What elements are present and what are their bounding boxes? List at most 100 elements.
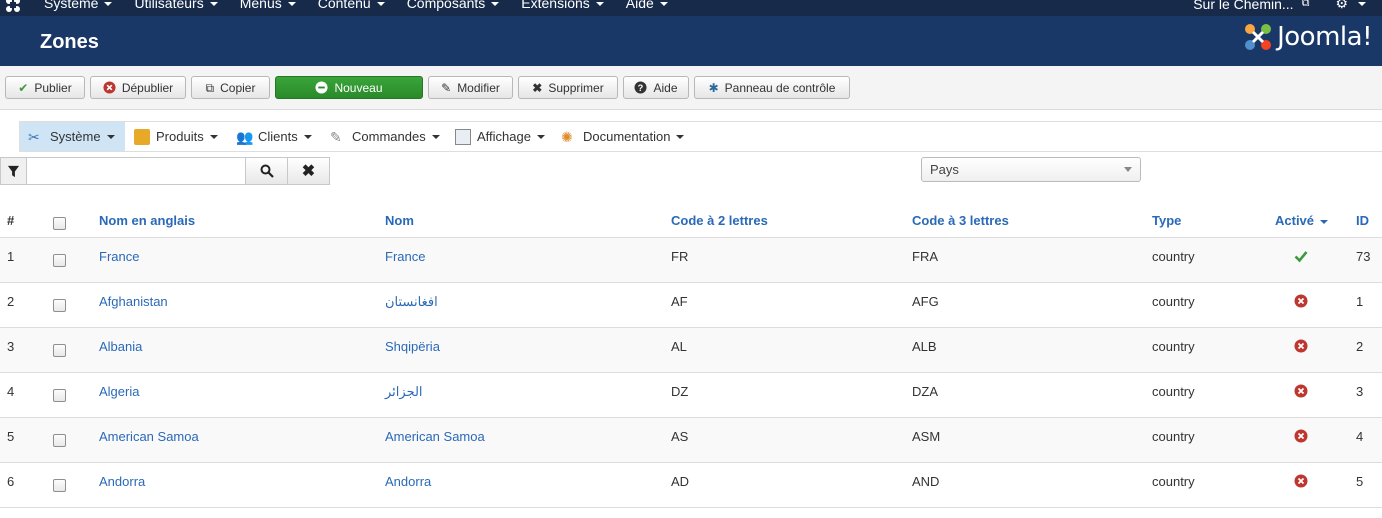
caret-down-icon <box>431 134 440 139</box>
zones-table: # Nom en anglais Nom Code à 2 lettres Co… <box>0 202 1382 508</box>
top-menu-composants[interactable]: Composants <box>407 0 500 11</box>
row-type: country <box>1152 384 1195 399</box>
submenu-documentation[interactable]: ✺ Documentation <box>553 122 692 151</box>
row-id: 5 <box>1356 474 1364 489</box>
products-icon <box>134 128 150 145</box>
publish-button[interactable]: ✔ Publier <box>5 76 85 99</box>
top-menu-menus[interactable]: Menus <box>240 0 296 11</box>
header-num: # <box>7 213 15 228</box>
submenu-label: Documentation <box>583 129 671 144</box>
row-english-name-link[interactable]: Andorra <box>99 474 145 489</box>
header-id[interactable]: ID <box>1356 213 1369 228</box>
table-row: 1 France France FR FRA country 73 <box>0 238 1382 283</box>
search-icon <box>260 164 274 178</box>
submenu-clients[interactable]: 👥 Clients <box>228 122 320 151</box>
caret-down-icon <box>676 134 685 139</box>
header-code3[interactable]: Code à 3 lettres <box>912 213 1009 228</box>
delete-button[interactable]: ✖ Supprimer <box>518 76 618 99</box>
row-checkbox[interactable] <box>53 479 66 492</box>
top-menu-contenu[interactable]: Contenu <box>318 0 385 11</box>
row-name-link[interactable]: افغانستان <box>385 294 438 310</box>
top-menu-aide[interactable]: Aide <box>626 0 668 11</box>
edit-button[interactable]: ✎ Modifier <box>428 76 513 99</box>
unpublished-x-icon[interactable] <box>1294 384 1308 398</box>
submenu-produits[interactable]: Produits <box>126 122 226 151</box>
search-button[interactable] <box>245 157 288 185</box>
header-english-name[interactable]: Nom en anglais <box>99 213 195 228</box>
submenu-affichage[interactable]: Affichage <box>447 122 553 151</box>
caret-down-icon <box>104 2 113 7</box>
table-header: # Nom en anglais Nom Code à 2 lettres Co… <box>0 202 1382 238</box>
top-menu-label: Contenu <box>317 0 371 11</box>
lifebuoy-icon: ✺ <box>561 128 573 145</box>
header-active[interactable]: Activé <box>1275 213 1329 228</box>
row-checkbox[interactable] <box>53 299 66 312</box>
page-title: Zones <box>40 31 99 53</box>
new-button[interactable]: Nouveau <box>275 76 423 99</box>
clear-search-button[interactable]: ✖ <box>287 157 330 185</box>
unpublish-button[interactable]: Dépublier <box>90 76 186 99</box>
row-checkbox[interactable] <box>53 344 66 357</box>
row-name-link[interactable]: الجزائر <box>385 384 423 400</box>
delete-label: Supprimer <box>548 80 604 95</box>
select-all-checkbox[interactable] <box>53 217 66 230</box>
copy-button[interactable]: ⧉ Copier <box>191 76 270 99</box>
row-name-link[interactable]: France <box>385 249 425 264</box>
top-menu-systeme[interactable]: Système <box>44 0 113 11</box>
row-english-name-link[interactable]: France <box>99 249 139 264</box>
header-active-label: Activé <box>1275 213 1315 228</box>
row-code3: DZA <box>912 384 938 399</box>
row-english-name-link[interactable]: Algeria <box>99 384 139 399</box>
help-button[interactable]: ? Aide <box>623 76 689 99</box>
submenu-label: Clients <box>258 129 298 144</box>
top-menu-label: Aide <box>625 0 654 11</box>
caret-down-icon <box>209 134 218 139</box>
unpublished-x-icon[interactable] <box>1294 429 1308 443</box>
top-menu: Système Utilisateurs Menus Contenu Compo… <box>44 0 690 11</box>
row-name-link[interactable]: American Samoa <box>385 429 485 444</box>
published-check-icon[interactable] <box>1294 249 1308 263</box>
chevron-down-icon <box>1124 167 1132 172</box>
unpublished-x-icon[interactable] <box>1294 339 1308 353</box>
joomla-brand: Joomla! <box>1243 22 1372 52</box>
row-code3: AND <box>912 474 940 489</box>
publish-label: Publier <box>34 80 72 95</box>
search-input[interactable] <box>26 157 246 185</box>
table-row: 4 Algeria الجزائر DZ DZA country 3 <box>0 373 1382 418</box>
display-icon <box>455 128 471 145</box>
row-name-link[interactable]: Shqipëria <box>385 339 440 354</box>
unpublished-x-icon[interactable] <box>1294 474 1308 488</box>
row-code3: FRA <box>912 249 938 264</box>
country-filter-select[interactable]: Pays <box>921 157 1141 182</box>
header-type[interactable]: Type <box>1152 213 1181 228</box>
plus-circle-icon <box>315 81 329 94</box>
caret-down-icon <box>536 134 545 139</box>
top-menu-extensions[interactable]: Extensions <box>521 0 604 11</box>
header-name[interactable]: Nom <box>385 213 414 228</box>
filter-toggle-button[interactable] <box>0 157 27 185</box>
control-panel-button[interactable]: ✱ Panneau de contrôle <box>694 76 850 99</box>
row-english-name-link[interactable]: American Samoa <box>99 429 199 444</box>
unpublished-x-icon[interactable] <box>1294 294 1308 308</box>
caret-down-icon <box>287 2 296 7</box>
caret-down-icon <box>106 134 115 139</box>
row-english-name-link[interactable]: Albania <box>99 339 142 354</box>
row-checkbox[interactable] <box>53 434 66 447</box>
site-link[interactable]: Sur le Chemin... <box>1193 0 1293 12</box>
row-num: 6 <box>7 474 15 489</box>
top-menu-utilisateurs[interactable]: Utilisateurs <box>134 0 218 11</box>
row-code2: AL <box>671 339 687 354</box>
row-name-link[interactable]: Andorra <box>385 474 431 489</box>
row-checkbox[interactable] <box>53 389 66 402</box>
joomla-logo-icon[interactable] <box>4 0 22 14</box>
row-type: country <box>1152 249 1195 264</box>
header-code2[interactable]: Code à 2 lettres <box>671 213 768 228</box>
submenu-commandes[interactable]: ✎ Commandes <box>322 122 448 151</box>
component-submenu: ✂ Système Produits 👥 Clients ✎ Commandes… <box>19 121 1382 152</box>
row-checkbox[interactable] <box>53 254 66 267</box>
external-link-icon: ⧉ <box>1301 0 1310 9</box>
submenu-systeme[interactable]: ✂ Système <box>20 122 125 151</box>
top-menu-label: Composants <box>406 0 486 11</box>
gear-icon[interactable]: ⚙ <box>1335 0 1348 12</box>
row-english-name-link[interactable]: Afghanistan <box>99 294 168 309</box>
